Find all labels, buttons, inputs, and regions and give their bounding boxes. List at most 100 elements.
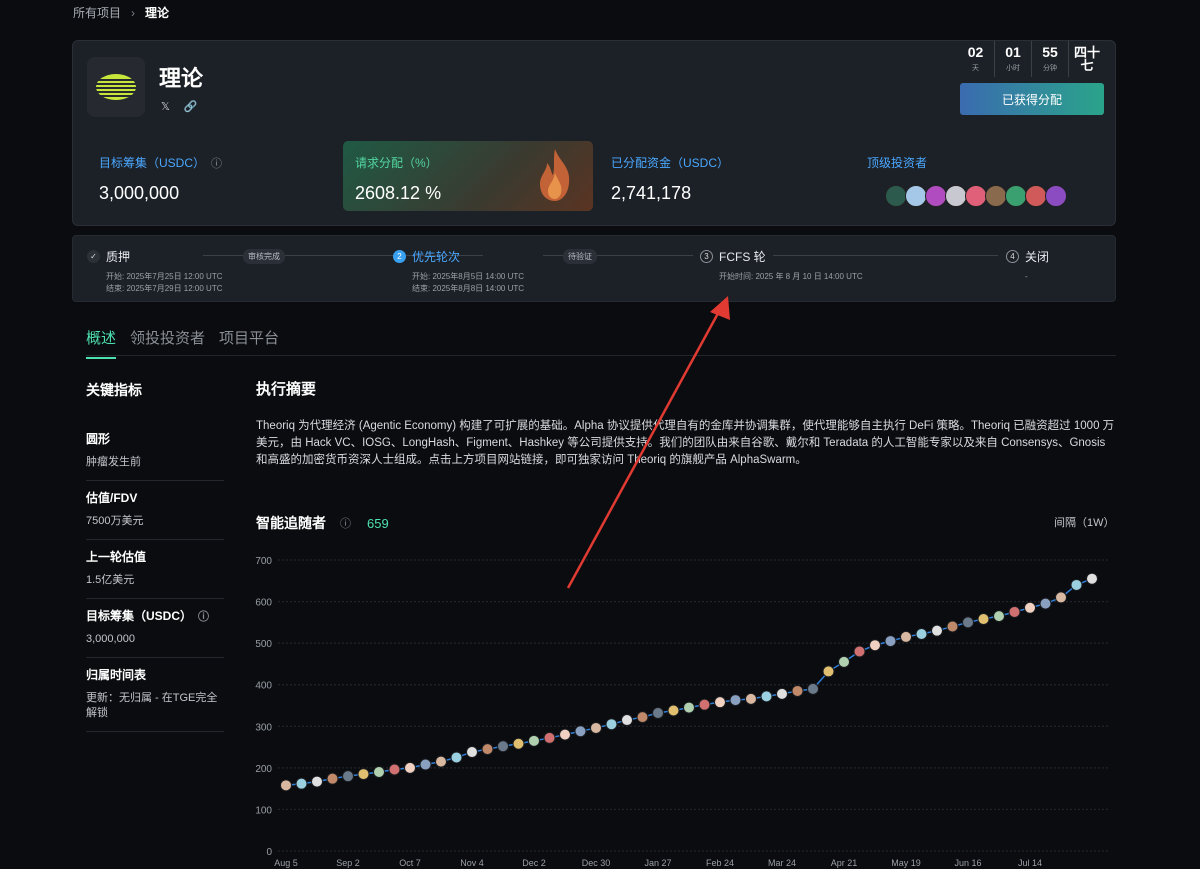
investor-avatar[interactable] [885, 185, 907, 207]
metric-previous-valuation: 上一轮估值 1.5亿美元 [86, 540, 224, 599]
y-tick-label: 500 [255, 639, 272, 650]
breadcrumb-root[interactable]: 所有项目 [73, 4, 121, 21]
x-tick-label: Jan 27 [644, 858, 671, 868]
x-tick-label: Nov 4 [460, 858, 484, 868]
chevron-right-icon: › [131, 5, 136, 20]
investor-avatar[interactable] [1025, 185, 1047, 207]
data-point [884, 635, 897, 648]
summary-title: 执行摘要 [256, 381, 317, 398]
step-number-icon: 2 [393, 250, 406, 263]
data-point [977, 613, 990, 626]
info-icon[interactable]: ⓘ [340, 515, 351, 531]
annotation-arrow [566, 296, 730, 589]
x-tick-label: Apr 21 [831, 858, 858, 868]
project-header: 理论 𝕏 🔗 02 天 01 小时 55 分钟 四十七 已获得分配 目标筹集（USDC… [72, 40, 1116, 226]
investor-avatar[interactable] [1045, 185, 1067, 207]
status-pill: 审核完成 [243, 249, 285, 264]
data-point [791, 684, 804, 697]
metric-allocated-funds: 已分配资金（USDC） 2,741,178 [611, 156, 730, 203]
followers-header: 智能追随者 ⓘ 659 [256, 513, 389, 533]
stage-staking: ✓ 质押 开始: 2025年7月25日 12:00 UTC 结束: 2025年7月2… [87, 248, 223, 295]
investor-avatar[interactable] [985, 185, 1007, 207]
data-point [357, 768, 370, 781]
countdown-hours: 01 小时 [994, 41, 1031, 77]
data-point [311, 775, 323, 788]
followers-chart: 0 100 200 300 400 500 600 700 Aug 5 Sep 2 Oct 7 Nov… [255, 556, 1108, 868]
data-point [807, 682, 819, 695]
data-point [636, 711, 649, 724]
metric-target-raise: 目标筹集（USDC） ⓘ 3,000,000 [99, 155, 223, 203]
info-icon[interactable]: ⓘ [198, 608, 209, 624]
data-point [481, 743, 494, 756]
countdown-days: 02 天 [967, 44, 984, 73]
data-point [574, 725, 587, 738]
countdown-seconds: 四十七 [1068, 41, 1105, 77]
investor-avatar[interactable] [945, 185, 967, 207]
data-point [776, 687, 788, 700]
metrics-row: 目标筹集（USDC） ⓘ 3,000,000 请求分配（%） 2608.12 % … [87, 141, 1111, 211]
data-point [962, 616, 974, 629]
info-icon[interactable]: ⓘ [211, 155, 222, 171]
data-point [295, 777, 308, 790]
data-point [466, 746, 478, 759]
key-metrics-title: 关键指标 [86, 382, 142, 398]
y-tick-label: 600 [255, 598, 272, 609]
metric-target-raise-side: 目标筹集（USDC） ⓘ 3,000,000 [86, 599, 224, 658]
data-point [667, 704, 680, 717]
status-pill: 待验证 [563, 249, 597, 264]
data-point [760, 690, 773, 703]
data-point [714, 696, 726, 709]
allocation-button[interactable]: 已获得分配 [960, 83, 1104, 115]
data-point [326, 772, 339, 785]
link-icon[interactable]: 🔗 [184, 100, 198, 113]
data-point [729, 694, 742, 707]
data-point [1055, 591, 1067, 604]
data-point [528, 734, 540, 747]
data-point [450, 751, 463, 764]
x-tick-label: Dec 2 [522, 858, 546, 868]
x-tick-label: Jul 14 [1018, 858, 1042, 868]
x-tick-label: Feb 24 [706, 858, 734, 868]
data-point [621, 714, 633, 727]
breadcrumb: 所有项目 › 理论 [73, 4, 169, 21]
data-point [280, 779, 292, 792]
data-point [993, 610, 1005, 623]
data-point [512, 737, 525, 750]
flame-icon [540, 149, 570, 201]
followers-title: 智能追随者 [256, 515, 326, 531]
project-title: 理论 [159, 66, 204, 91]
investor-avatar[interactable] [965, 185, 987, 207]
data-point [900, 630, 912, 643]
countdown-minutes: 55 分钟 [1031, 41, 1068, 77]
investor-avatars [885, 185, 1093, 207]
project-logo [87, 57, 145, 117]
key-metrics-panel: 关键指标 圆形 肿瘤发生前 估值/FDV 7500万美元 上一轮估值 1.5亿美元 目… [86, 380, 224, 732]
metric-requested-allocation: 请求分配（%） 2608.12 % [343, 141, 593, 211]
investor-avatar[interactable] [1005, 185, 1027, 207]
data-point [1024, 601, 1036, 614]
x-tick-label: Aug 5 [274, 858, 298, 868]
countdown-timer: 02 天 01 小时 55 分钟 四十七 [957, 41, 1105, 77]
investor-avatar[interactable] [905, 185, 927, 207]
x-twitter-icon[interactable]: 𝕏 [161, 100, 170, 113]
data-point [698, 698, 711, 711]
data-point [605, 718, 618, 731]
data-point [822, 665, 835, 678]
data-point [931, 624, 943, 637]
data-point [838, 655, 850, 668]
metric-valuation: 估值/FDV 7500万美元 [86, 481, 224, 540]
interval-selector[interactable]: 间隔（1W） [1054, 514, 1115, 530]
social-links: 𝕏 🔗 [161, 100, 198, 113]
stage-fcfs-round: 3 FCFS 轮 开始时间: 2025 年 8 月 10 日 14:00 UTC [700, 248, 863, 283]
data-point [683, 701, 695, 714]
x-tick-label: Sep 2 [336, 858, 360, 868]
x-tick-label: Jun 16 [954, 858, 981, 868]
data-point [1086, 572, 1098, 585]
data-point [559, 728, 571, 741]
data-point [404, 761, 416, 774]
data-point [1039, 597, 1052, 610]
data-point [652, 706, 664, 719]
x-tick-label: Dec 30 [582, 858, 611, 868]
y-tick-label: 700 [255, 556, 272, 567]
investor-avatar[interactable] [925, 185, 947, 207]
